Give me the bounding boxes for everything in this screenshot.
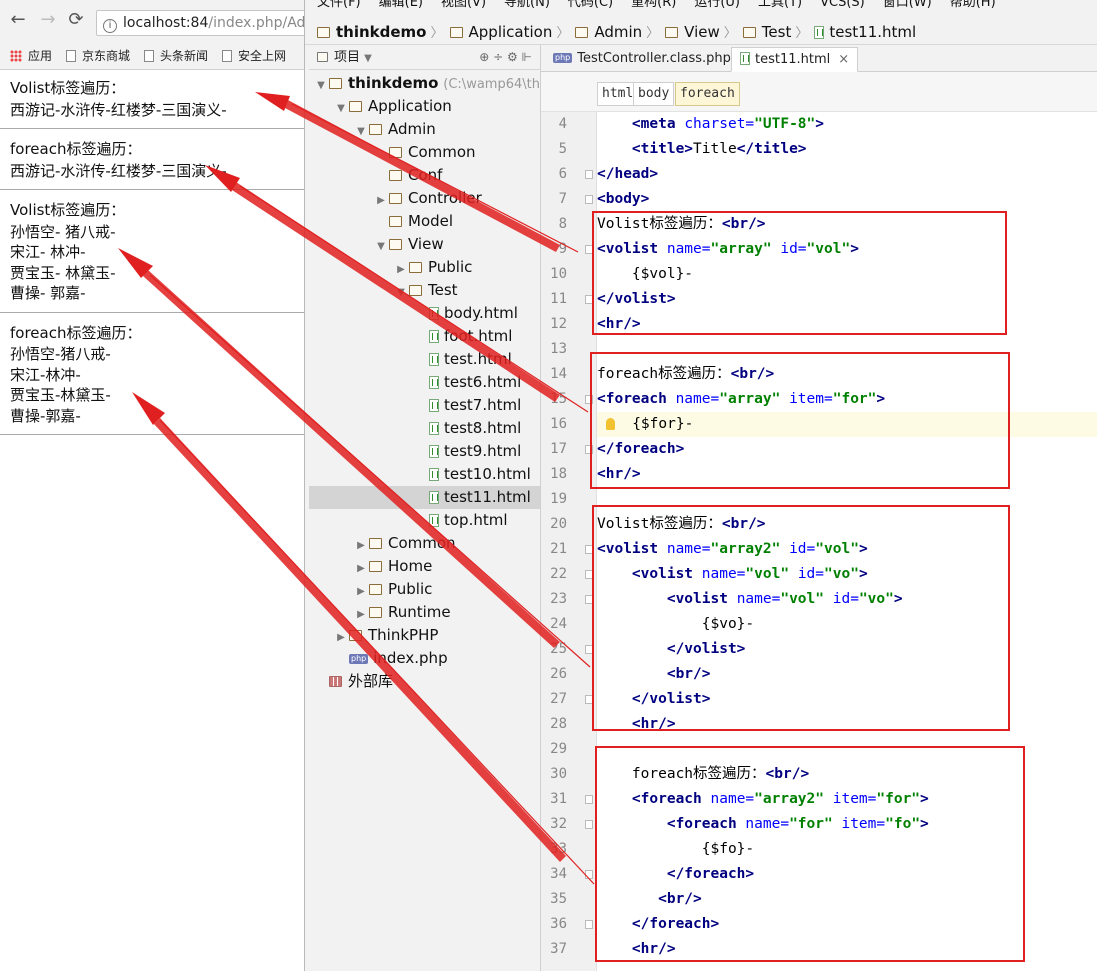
annotation-arrows (118, 92, 595, 885)
screenshot-stage: ← → ⟳ ilocalhost:84/index.php/Adm 应用京东商城… (0, 0, 1097, 971)
